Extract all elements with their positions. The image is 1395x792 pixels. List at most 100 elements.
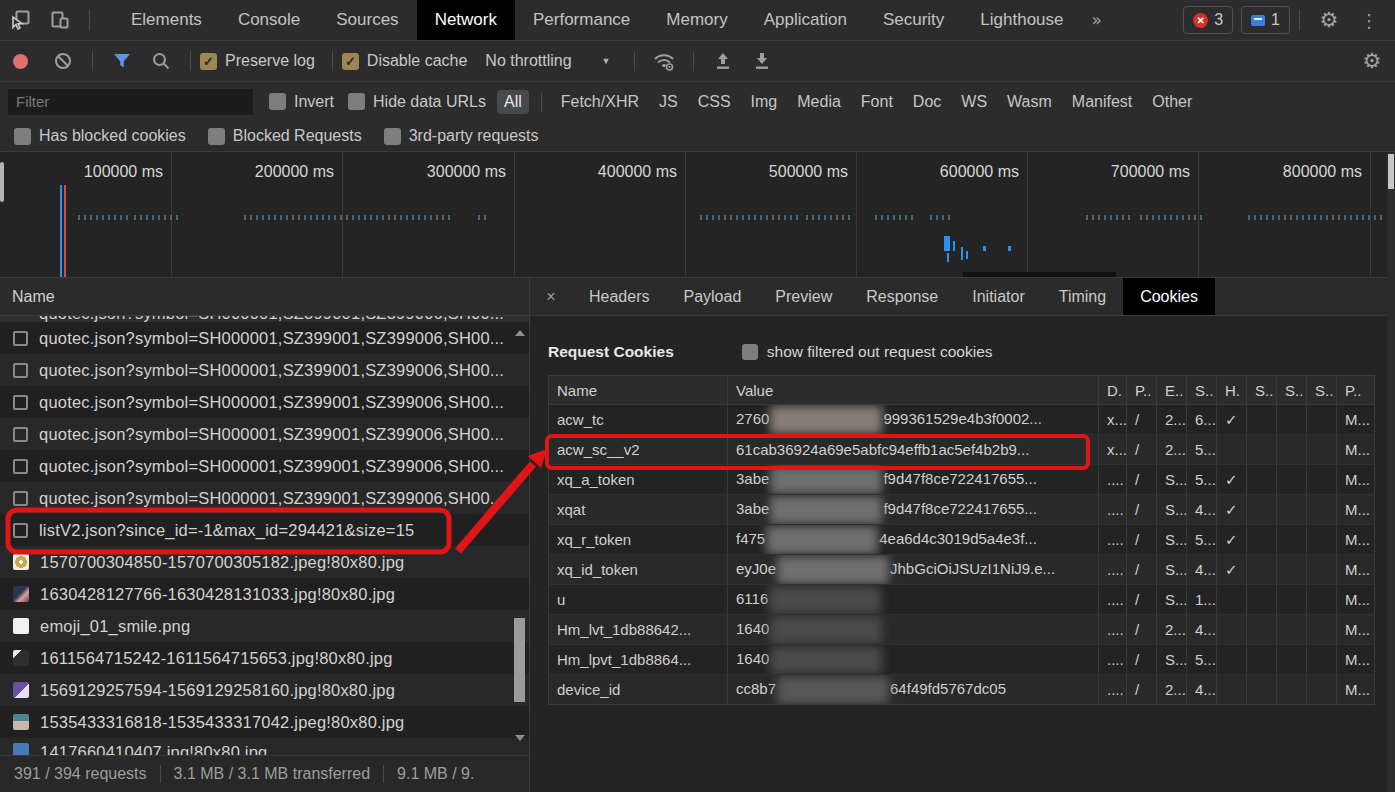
cookie-attr[interactable] xyxy=(1247,555,1277,585)
cookie-attr[interactable]: / xyxy=(1127,405,1157,435)
cookie-attr[interactable]: 2... xyxy=(1157,675,1187,705)
cookie-attr[interactable] xyxy=(1217,675,1247,705)
cookie-attr[interactable]: / xyxy=(1127,585,1157,615)
detail-tab-preview[interactable]: Preview xyxy=(758,278,849,315)
cookie-attr[interactable]: .... xyxy=(1099,585,1127,615)
filter-pill-img[interactable]: Img xyxy=(744,90,785,114)
cookie-attr[interactable] xyxy=(1277,585,1307,615)
invert-checkbox[interactable] xyxy=(269,93,286,110)
request-row-highlighted[interactable]: listV2.json?since_id=-1&max_id=294421&si… xyxy=(0,514,529,546)
more-tabs-chevron-icon[interactable]: » xyxy=(1082,10,1112,30)
cookie-row[interactable]: xq_r_tokenf4754ea6d4c3019d5a4e3f......./… xyxy=(549,525,1375,555)
cookie-name[interactable]: xq_id_token xyxy=(549,555,728,585)
cookie-row[interactable]: Hm_lvt_1db88642...1640..../2...4...M... xyxy=(549,615,1375,645)
cookie-col-header[interactable]: E.. xyxy=(1157,376,1187,405)
issues-badge[interactable]: 1 xyxy=(1241,6,1290,34)
tab-memory[interactable]: Memory xyxy=(648,0,745,40)
cookie-attr[interactable] xyxy=(1307,435,1337,465)
cookie-attr[interactable]: / xyxy=(1127,525,1157,555)
cookie-attr[interactable] xyxy=(1217,435,1247,465)
cookie-attr[interactable]: 5... xyxy=(1187,525,1217,555)
detail-tab-payload[interactable]: Payload xyxy=(666,278,758,315)
detail-tab-response[interactable]: Response xyxy=(849,278,955,315)
cookie-col-header[interactable]: S.. xyxy=(1247,376,1277,405)
scroll-down-arrow-icon[interactable] xyxy=(515,735,525,746)
cookie-attr[interactable]: M... xyxy=(1337,435,1375,465)
cookie-attr[interactable] xyxy=(1217,645,1247,675)
cookie-attr[interactable] xyxy=(1247,645,1277,675)
cookie-value[interactable]: eyJ0eJhbGciOiJSUzI1NiJ9.e... xyxy=(728,555,1099,585)
requests-table-header[interactable]: Name xyxy=(0,278,529,316)
window-scrollbar[interactable] xyxy=(1387,152,1395,792)
cookie-name[interactable]: xq_r_token xyxy=(549,525,728,555)
cookie-col-header[interactable]: Name xyxy=(549,376,728,405)
cookie-row[interactable]: xqat3abef9d47f8ce722417655......./S...4.… xyxy=(549,495,1375,525)
cookie-attr[interactable] xyxy=(1247,615,1277,645)
cookie-attr[interactable]: 6... xyxy=(1187,405,1217,435)
cookie-attr[interactable]: .... xyxy=(1099,615,1127,645)
hide-data-urls-checkbox[interactable] xyxy=(348,93,365,110)
scroll-up-arrow-icon[interactable] xyxy=(515,325,525,336)
request-row[interactable]: quotec.json?symbol=SH000001,SZ399001,SZ3… xyxy=(0,386,529,418)
cookie-row[interactable]: xq_id_tokeneyJ0eJhbGciOiJSUzI1NiJ9.e....… xyxy=(549,555,1375,585)
cookie-attr[interactable] xyxy=(1307,495,1337,525)
cookie-attr[interactable]: / xyxy=(1127,615,1157,645)
cookie-attr[interactable] xyxy=(1307,645,1337,675)
cookie-attr[interactable] xyxy=(1277,645,1307,675)
network-settings-gear-icon[interactable]: ⚙ xyxy=(1361,50,1383,72)
cookie-attr[interactable]: x... xyxy=(1099,405,1127,435)
filter-pill-js[interactable]: JS xyxy=(652,90,685,114)
cookie-col-header[interactable]: H. xyxy=(1217,376,1247,405)
cookie-attr[interactable]: / xyxy=(1127,435,1157,465)
cookie-name[interactable]: Hm_lpvt_1db8864... xyxy=(549,645,728,675)
request-row[interactable]: quotec.json?symbol=SH000001,SZ399001,SZ3… xyxy=(0,354,529,386)
cookie-attr[interactable] xyxy=(1247,675,1277,705)
cookie-attr[interactable] xyxy=(1277,435,1307,465)
detail-tab-timing[interactable]: Timing xyxy=(1042,278,1123,315)
cookie-attr[interactable]: .... xyxy=(1099,555,1127,585)
requests-scrollbar[interactable] xyxy=(513,316,527,755)
filter-pill-ws[interactable]: WS xyxy=(954,90,994,114)
cookie-attr[interactable] xyxy=(1217,615,1247,645)
cookie-col-header[interactable]: P.. xyxy=(1127,376,1157,405)
tab-performance[interactable]: Performance xyxy=(515,0,648,40)
cookie-attr[interactable]: M... xyxy=(1337,675,1375,705)
tab-elements[interactable]: Elements xyxy=(113,0,220,40)
search-icon[interactable] xyxy=(150,50,172,72)
cookie-value[interactable]: 3abef9d47f8ce722417655... xyxy=(728,465,1099,495)
cookie-attr[interactable]: 4... xyxy=(1187,675,1217,705)
cookie-col-header[interactable]: S.. xyxy=(1307,376,1337,405)
disable-cache-checkbox[interactable] xyxy=(342,53,359,70)
request-row-partial-top[interactable]: quotec.json?symbol=SH000001,SZ399001,SZ3… xyxy=(0,316,529,322)
cookie-attr[interactable]: S... xyxy=(1157,645,1187,675)
filter-pill-doc[interactable]: Doc xyxy=(906,90,948,114)
cookie-attr[interactable]: ✓ xyxy=(1217,465,1247,495)
cookie-value[interactable]: f4754ea6d4c3019d5a4e3f... xyxy=(728,525,1099,555)
detail-tab-headers[interactable]: Headers xyxy=(572,278,666,315)
cookie-attr[interactable]: 5... xyxy=(1187,465,1217,495)
filter-pill-font[interactable]: Font xyxy=(854,90,900,114)
detail-tab-initiator[interactable]: Initiator xyxy=(955,278,1041,315)
cookie-attr[interactable]: x... xyxy=(1099,435,1127,465)
cookie-attr[interactable] xyxy=(1277,615,1307,645)
cookie-attr[interactable]: M... xyxy=(1337,615,1375,645)
request-row[interactable]: quotec.json?symbol=SH000001,SZ399001,SZ3… xyxy=(0,322,529,354)
cookie-attr[interactable]: .... xyxy=(1099,495,1127,525)
cookie-attr[interactable] xyxy=(1307,615,1337,645)
cookie-value[interactable]: 3abef9d47f8ce722417655... xyxy=(728,495,1099,525)
cookie-attr[interactable] xyxy=(1307,585,1337,615)
cookie-attr[interactable]: 4... xyxy=(1187,555,1217,585)
cookie-attr[interactable] xyxy=(1277,525,1307,555)
clear-network-log-icon[interactable] xyxy=(52,50,74,72)
cookie-value[interactable]: 6116 xyxy=(728,585,1099,615)
request-row[interactable]: 1417660410407.jpg!80x80.jpg xyxy=(0,738,529,755)
cookie-attr[interactable]: .... xyxy=(1099,465,1127,495)
cookie-attr[interactable] xyxy=(1247,405,1277,435)
show-filtered-cookies-checkbox[interactable] xyxy=(742,344,758,360)
cookie-name[interactable]: u xyxy=(549,585,728,615)
has-blocked-cookies-checkbox[interactable] xyxy=(14,128,31,145)
cookie-col-header[interactable]: S.. xyxy=(1187,376,1217,405)
tab-console[interactable]: Console xyxy=(220,0,318,40)
import-har-icon[interactable] xyxy=(712,50,734,72)
cookie-attr[interactable]: M... xyxy=(1337,465,1375,495)
